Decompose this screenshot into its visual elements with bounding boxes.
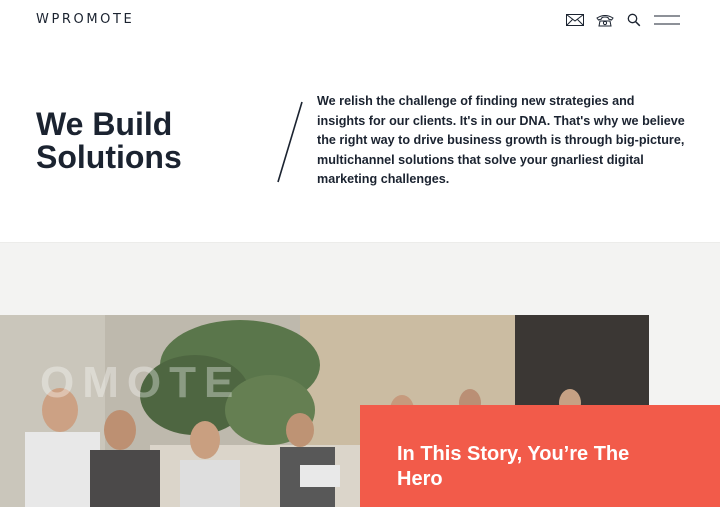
story-card[interactable]: In This Story, You’re The Hero xyxy=(360,405,720,507)
page-title: We Build Solutions xyxy=(36,108,256,174)
mail-icon[interactable] xyxy=(565,11,585,29)
menu-icon[interactable] xyxy=(654,11,680,29)
story-title[interactable]: In This Story, You’re The Hero xyxy=(397,442,677,492)
intro-section: We Build Solutions We relish the challen… xyxy=(0,42,720,242)
slash-divider xyxy=(277,101,303,183)
headline-line-1: We Build xyxy=(36,106,173,142)
photo-wall-lettering: OMOTE xyxy=(40,358,242,407)
phone-icon[interactable] xyxy=(595,11,615,29)
intro-paragraph: We relish the challenge of finding new s… xyxy=(317,94,685,186)
headline-line-2: Solutions xyxy=(36,139,182,175)
site-header: WPROMOTE xyxy=(0,0,720,42)
search-icon[interactable] xyxy=(624,11,644,29)
logo[interactable]: WPROMOTE xyxy=(36,12,134,27)
